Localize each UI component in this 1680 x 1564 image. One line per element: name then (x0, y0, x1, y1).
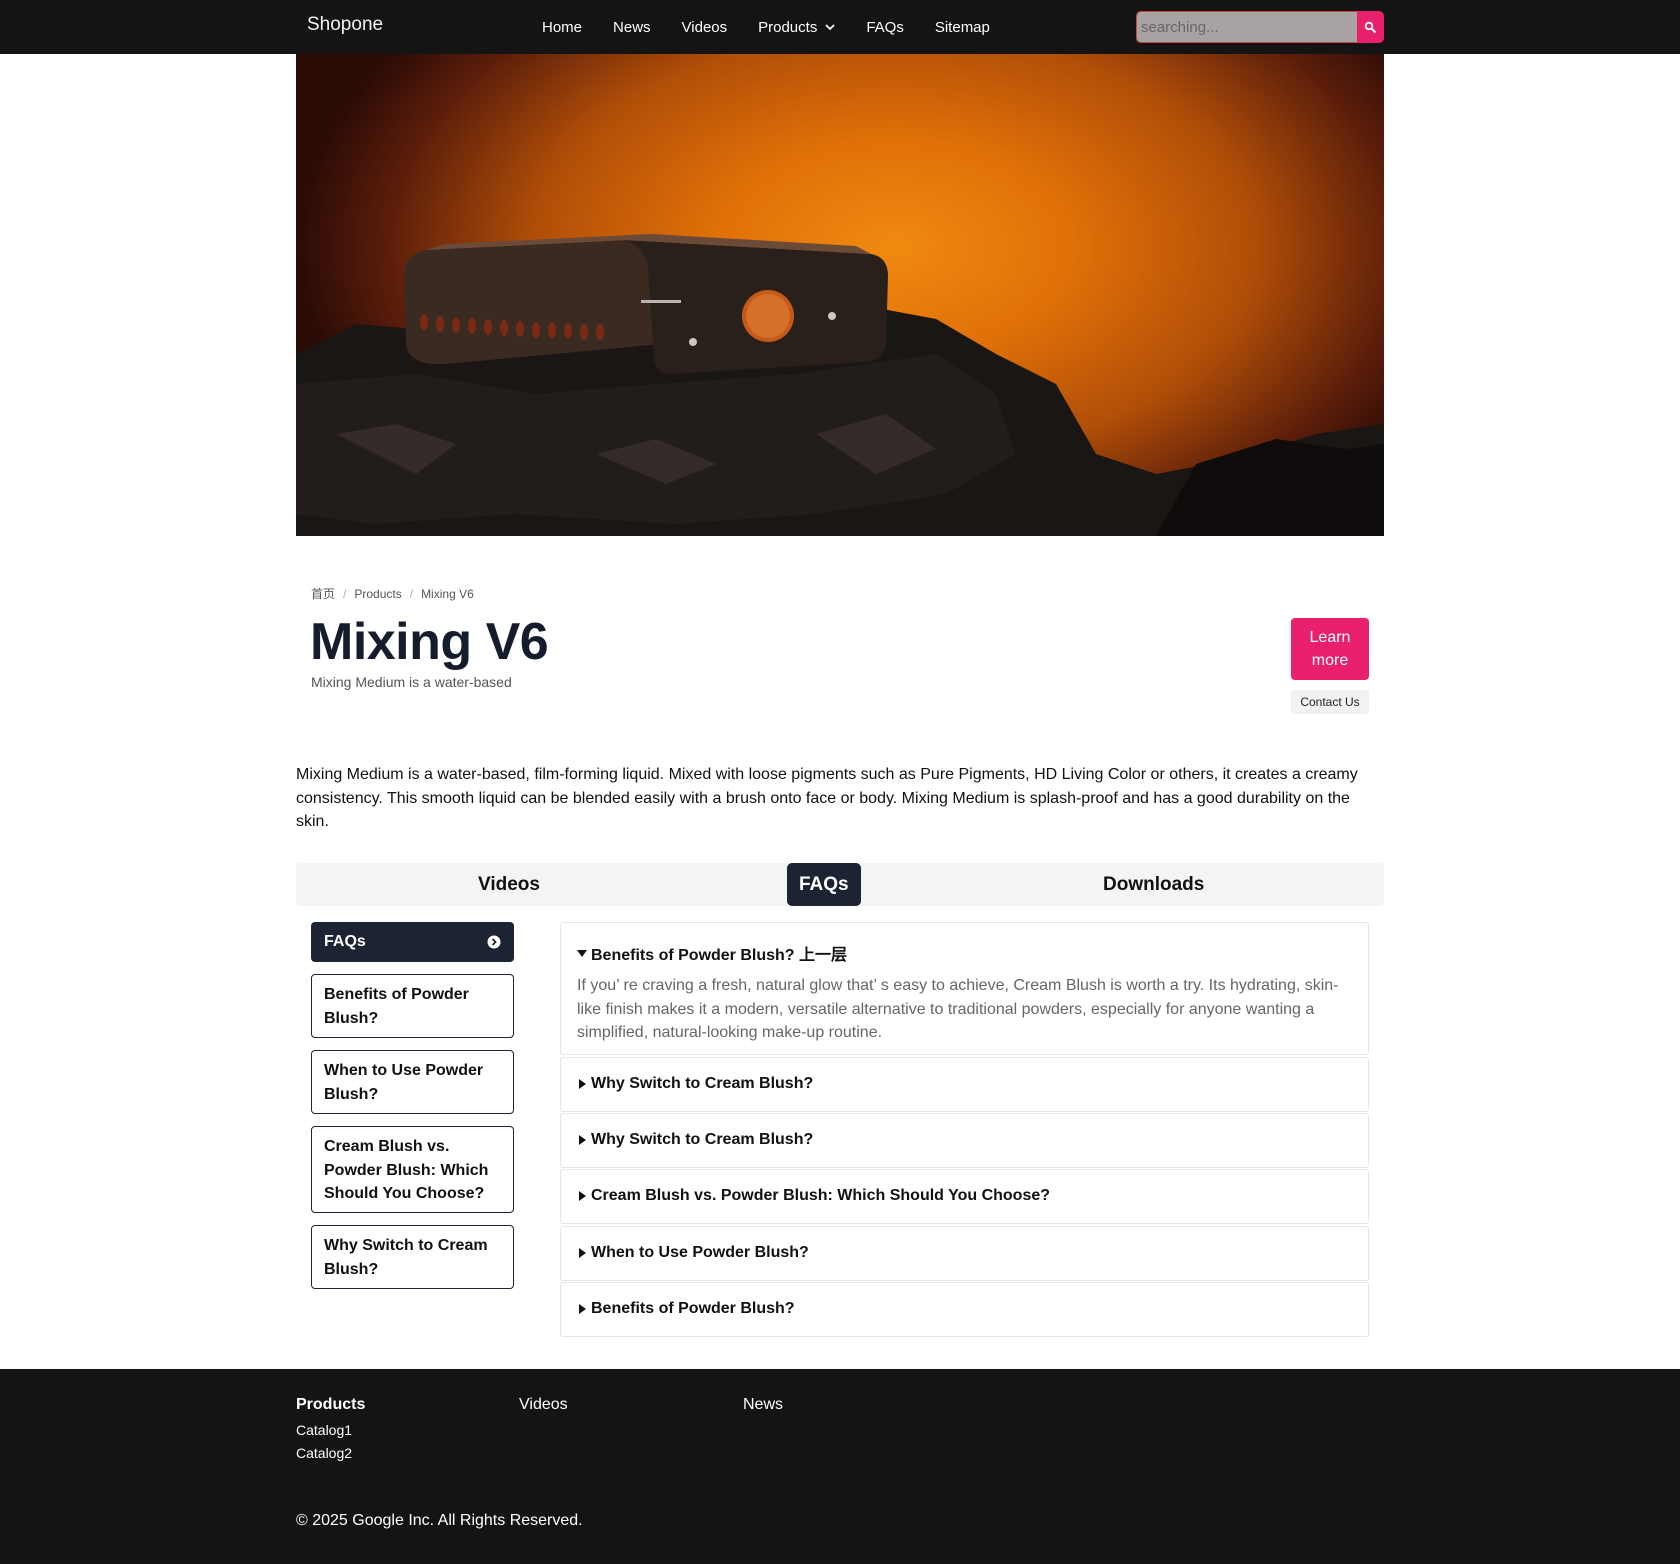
brand-logo[interactable]: Shopone (307, 14, 383, 36)
product-photo (296, 234, 1384, 536)
page-title: Mixing V6 (310, 613, 549, 671)
sidebar-item-benefits-powder-blush[interactable]: Benefits of Powder Blush? (311, 974, 514, 1038)
search-icon (1364, 21, 1377, 33)
nav-sitemap[interactable]: Sitemap (935, 19, 990, 36)
hero-image (296, 54, 1384, 536)
sidebar-item-label: FAQs (324, 933, 366, 951)
tab-videos[interactable]: Videos (478, 863, 540, 906)
breadcrumb-current: Mixing V6 (421, 586, 474, 601)
nav-videos[interactable]: Videos (682, 19, 728, 36)
faq-question-label: Benefits of Powder Blush? (591, 1300, 795, 1317)
page-subtitle: Mixing Medium is a water-based (311, 674, 512, 690)
triangle-right-icon (579, 1248, 586, 1258)
faq-question[interactable]: Why Switch to Cream Blush? (561, 1131, 1368, 1149)
tab-downloads[interactable]: Downloads (1103, 863, 1204, 906)
nav-news[interactable]: News (613, 19, 651, 36)
breadcrumb-home[interactable]: 首页 (311, 585, 335, 602)
sidebar-item-when-powder-blush[interactable]: When to Use Powder Blush? (311, 1050, 514, 1114)
top-navbar: Shopone Home News Videos Products FAQs S… (0, 0, 1680, 54)
sidebar-item-switch-cream-blush[interactable]: Why Switch to Cream Blush? (311, 1225, 514, 1289)
triangle-right-icon (579, 1304, 586, 1314)
breadcrumb-products[interactable]: Products (354, 587, 401, 601)
main-nav: Home News Videos Products FAQs Sitemap (542, 0, 1021, 54)
product-description: Mixing Medium is a water-based, film-for… (296, 766, 1358, 830)
faq-question[interactable]: When to Use Powder Blush? (561, 1244, 1368, 1262)
search-button[interactable] (1357, 11, 1384, 43)
faq-question[interactable]: Benefits of Powder Blush? (561, 1300, 1368, 1318)
nav-products[interactable]: Products (758, 19, 835, 36)
search-input[interactable] (1136, 11, 1357, 43)
breadcrumb-separator: / (343, 586, 347, 601)
footer-news-title[interactable]: News (743, 1396, 783, 1414)
tab-faqs[interactable]: FAQs (787, 863, 861, 906)
faq-item-open: Benefits of Powder Blush? 上一层 If you’ re… (560, 922, 1369, 1055)
footer-link-catalog1[interactable]: Catalog1 (296, 1422, 352, 1438)
faq-question-label: When to Use Powder Blush? (591, 1244, 809, 1261)
faq-question-label: Why Switch to Cream Blush? (591, 1131, 814, 1148)
sidebar-item-faqs[interactable]: FAQs (311, 922, 514, 962)
faq-question[interactable]: Benefits of Powder Blush? 上一层 (561, 941, 1368, 965)
breadcrumb: 首页 / Products / Mixing V6 (311, 585, 474, 602)
nav-faqs[interactable]: FAQs (866, 19, 904, 36)
faq-question-label: Benefits of Powder Blush? 上一层 (591, 947, 848, 964)
triangle-right-icon (579, 1135, 586, 1145)
faq-item: Why Switch to Cream Blush? (560, 1113, 1369, 1168)
contact-us-button[interactable]: Contact Us (1291, 690, 1369, 714)
faq-item: Benefits of Powder Blush? (560, 1282, 1369, 1337)
footer-link-catalog2[interactable]: Catalog2 (296, 1445, 352, 1461)
footer-products-title[interactable]: Products (296, 1396, 365, 1414)
breadcrumb-separator: / (409, 586, 414, 601)
faq-item: Why Switch to Cream Blush? (560, 1057, 1369, 1112)
sidebar-item-cream-vs-powder[interactable]: Cream Blush vs. Powder Blush: Which Shou… (311, 1126, 514, 1213)
faq-item: Cream Blush vs. Powder Blush: Which Shou… (560, 1169, 1369, 1224)
faq-question-label: Cream Blush vs. Powder Blush: Which Shou… (591, 1187, 1051, 1204)
search-box (1136, 11, 1384, 43)
learn-more-button[interactable]: Learn more (1291, 618, 1369, 680)
faq-item: When to Use Powder Blush? (560, 1226, 1369, 1281)
arrow-circle-right-icon (487, 935, 501, 949)
faq-question[interactable]: Why Switch to Cream Blush? (561, 1075, 1368, 1093)
triangle-right-icon (579, 1079, 586, 1089)
triangle-right-icon (579, 1191, 586, 1201)
copyright-text: © 2025 Google Inc. All Rights Reserved. (296, 1512, 583, 1529)
nav-home[interactable]: Home (542, 19, 582, 36)
content-tabs: Videos FAQs Downloads (296, 863, 1384, 906)
chevron-down-icon (825, 24, 835, 31)
faq-question[interactable]: Cream Blush vs. Powder Blush: Which Shou… (561, 1187, 1368, 1205)
faq-question-label: Why Switch to Cream Blush? (591, 1075, 814, 1092)
nav-products-label: Products (758, 18, 818, 36)
triangle-down-icon (577, 950, 587, 957)
footer: Products Catalog1 Catalog2 Videos News ©… (0, 1369, 1680, 1564)
footer-videos-title[interactable]: Videos (519, 1396, 568, 1414)
faq-answer: If you’ re craving a fresh, natural glow… (577, 977, 1339, 1041)
